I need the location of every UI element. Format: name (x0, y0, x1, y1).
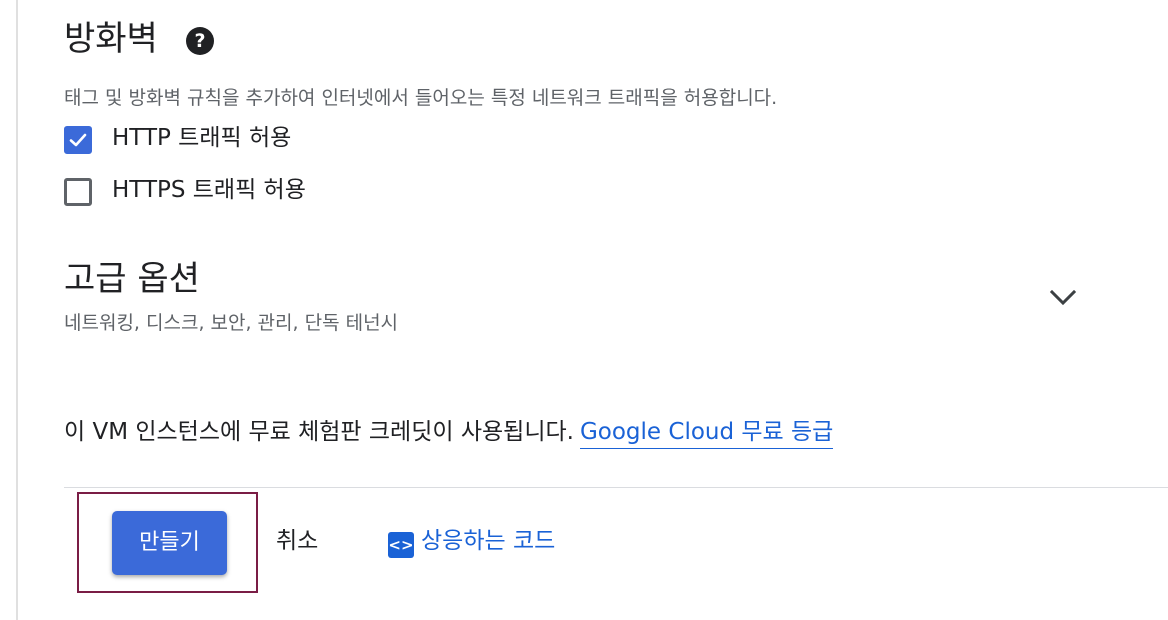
allow-https-label[interactable]: HTTPS 트래픽 허용 (112, 179, 306, 202)
chevron-down-icon[interactable] (1046, 283, 1080, 313)
equivalent-code-label[interactable]: 상응하는 코드 (421, 530, 555, 553)
free-trial-notice-text: 이 VM 인스턴스에 무료 체험판 크레딧이 사용됩니다. (64, 419, 574, 445)
advanced-options-heading[interactable]: 고급 옵션 (64, 262, 200, 296)
cancel-button[interactable]: 취소 (276, 530, 318, 553)
section-border (16, 0, 18, 620)
action-bar-divider (64, 487, 1168, 488)
advanced-options-subtitle: 네트워킹, 디스크, 보안, 관리, 단독 테넌시 (64, 312, 399, 334)
firewall-description: 태그 및 방화벽 규칙을 추가하여 인터넷에서 들어오는 특정 네트워크 트래픽… (64, 87, 778, 109)
firewall-heading: 방화벽 (64, 19, 158, 59)
free-trial-notice: 이 VM 인스턴스에 무료 체험판 크레딧이 사용됩니다. Google Clou… (64, 419, 834, 449)
help-icon[interactable]: ? (186, 27, 214, 55)
free-tier-link[interactable]: Google Cloud 무료 등급 (579, 419, 834, 449)
allow-https-checkbox[interactable] (64, 178, 92, 206)
allow-http-label[interactable]: HTTP 트래픽 허용 (112, 127, 291, 150)
code-brackets-icon: <> (388, 532, 414, 558)
vm-create-form: 방화벽 ? 태그 및 방화벽 규칙을 추가하여 인터넷에서 들어오는 특정 네트… (0, 0, 1168, 620)
checkmark-icon (69, 133, 87, 147)
create-button[interactable]: 만들기 (112, 511, 227, 575)
allow-http-checkbox[interactable] (64, 126, 92, 154)
